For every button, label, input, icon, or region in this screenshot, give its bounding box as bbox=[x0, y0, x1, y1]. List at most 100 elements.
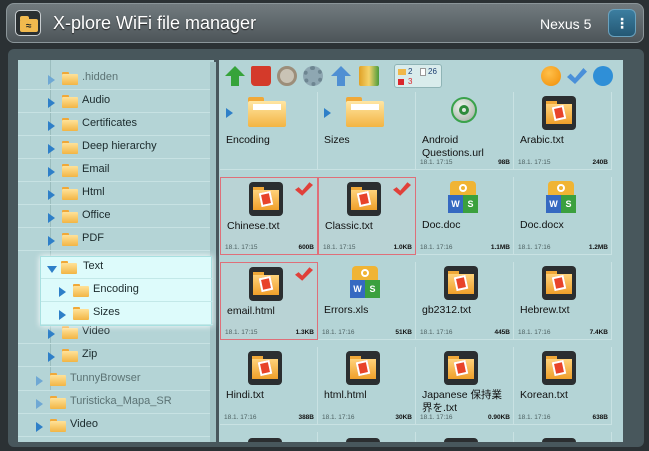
expand-arrow-icon[interactable] bbox=[48, 352, 55, 362]
tree-item-tunnybrowser[interactable]: TunnyBrowser bbox=[18, 369, 214, 391]
overflow-menu-button[interactable]: ⋮ bbox=[608, 9, 636, 37]
archive-button[interactable] bbox=[359, 66, 379, 86]
item-name: html.html bbox=[324, 389, 367, 401]
grid-item-docx[interactable]: WS Doc.docx 18.1. 17:16 1.2MB bbox=[514, 177, 612, 255]
grid-item-android-questions[interactable]: Android Questions.url 18.1. 17:15 98B bbox=[416, 92, 514, 170]
folder-icon bbox=[62, 187, 78, 200]
link-file-icon bbox=[449, 95, 479, 129]
folder-tree-pane[interactable]: .hidden Audio Certificates Deep hierarch… bbox=[18, 60, 214, 442]
grid-item-partial[interactable] bbox=[220, 432, 318, 442]
tree-item-label: Sizes bbox=[93, 306, 120, 318]
office-document-icon: WS bbox=[544, 181, 578, 215]
expand-arrow-icon[interactable] bbox=[48, 121, 55, 131]
grid-item-gb2312[interactable]: gb2312.txt 18.1. 17:16 445B bbox=[416, 262, 514, 340]
expand-arrow-icon bbox=[226, 108, 233, 118]
selected-check-icon[interactable] bbox=[295, 267, 313, 281]
folder-icon bbox=[62, 210, 78, 223]
tree-item-video[interactable]: Video bbox=[18, 415, 214, 437]
item-size: 388B bbox=[298, 414, 314, 421]
grid-item-korean[interactable]: Korean.txt 18.1. 17:16 638B bbox=[514, 347, 612, 425]
grid-item-partial[interactable] bbox=[318, 432, 416, 442]
tree-item-label: PDF bbox=[82, 232, 104, 244]
grid-item-errors-xls[interactable]: WS Errors.xls 18.1. 17:16 51KB bbox=[318, 262, 416, 340]
selected-check-icon[interactable] bbox=[295, 182, 313, 196]
expand-arrow-icon[interactable] bbox=[59, 287, 66, 297]
text-file-icon bbox=[444, 438, 478, 442]
item-size: 1.3KB bbox=[295, 329, 314, 336]
selected-count: 3 bbox=[408, 77, 413, 86]
expand-arrow-icon[interactable] bbox=[48, 213, 55, 223]
settings-button[interactable] bbox=[303, 66, 323, 86]
item-name: Hindi.txt bbox=[226, 389, 264, 401]
refresh-button[interactable] bbox=[593, 66, 613, 86]
tree-item-email[interactable]: Email bbox=[18, 160, 214, 182]
stop-button[interactable] bbox=[277, 66, 297, 86]
tree-item-encoding[interactable]: Encoding bbox=[41, 280, 213, 302]
collapse-arrow-icon[interactable] bbox=[47, 266, 57, 273]
tree-scrollbar[interactable] bbox=[210, 62, 216, 442]
text-file-icon bbox=[249, 267, 283, 301]
expand-arrow-icon[interactable] bbox=[48, 329, 55, 339]
expand-arrow-icon[interactable] bbox=[36, 422, 43, 432]
tree-item-certificates[interactable]: Certificates bbox=[18, 114, 214, 136]
text-file-icon bbox=[347, 182, 381, 216]
grid-item-hindi[interactable]: Hindi.txt 18.1. 17:16 388B bbox=[220, 347, 318, 425]
grid-item-doc[interactable]: WS Doc.doc 18.1. 17:16 1.1MB bbox=[416, 177, 514, 255]
tree-item-label: Zip bbox=[82, 348, 98, 360]
tree-item-sizes[interactable]: Sizes bbox=[41, 303, 213, 325]
item-date: 18.1. 17:16 bbox=[420, 329, 453, 336]
expand-arrow-icon[interactable] bbox=[36, 376, 43, 386]
parent-folder-button[interactable] bbox=[225, 66, 245, 86]
tree-item-office[interactable]: Office bbox=[18, 206, 214, 228]
grid-item-japanese[interactable]: Japanese 保持業界を.txt 18.1. 17:16 0.90KB bbox=[416, 347, 514, 425]
app-title: X-plore WiFi file manager bbox=[53, 13, 257, 33]
tree-item-zip[interactable]: Zip bbox=[18, 345, 214, 367]
text-file-icon bbox=[249, 182, 283, 216]
delete-button[interactable] bbox=[251, 66, 271, 86]
expand-arrow-icon[interactable] bbox=[59, 310, 66, 320]
tree-item-label: Email bbox=[82, 163, 110, 175]
upload-button[interactable] bbox=[331, 66, 351, 86]
tree-item-text[interactable]: Text bbox=[41, 257, 213, 279]
item-name: email.html bbox=[227, 305, 275, 317]
text-file-icon bbox=[542, 351, 576, 385]
grid-item-partial[interactable] bbox=[416, 432, 514, 442]
tree-item-turisticka-mapa[interactable]: Turisticka_Mapa_SR bbox=[18, 392, 214, 414]
tree-highlight-panel: Text Encoding Sizes bbox=[40, 256, 213, 326]
text-file-icon bbox=[444, 266, 478, 300]
item-date: 18.1. 17:16 bbox=[322, 414, 355, 421]
expand-arrow-icon[interactable] bbox=[48, 167, 55, 177]
text-file-icon bbox=[542, 96, 576, 130]
grid-item-classic[interactable]: Classic.txt 18.1. 17:15 1.0KB bbox=[318, 177, 416, 255]
selected-check-icon[interactable] bbox=[393, 182, 411, 196]
grid-item-partial[interactable] bbox=[514, 432, 612, 442]
item-size: 0.90KB bbox=[487, 414, 510, 421]
tree-item-hidden[interactable]: .hidden bbox=[18, 68, 214, 90]
expand-arrow-icon[interactable] bbox=[48, 190, 55, 200]
select-all-button[interactable] bbox=[567, 68, 587, 84]
tree-item-pdf[interactable]: PDF bbox=[18, 229, 214, 251]
item-date: 18.1. 17:16 bbox=[518, 244, 551, 251]
grid-item-encoding[interactable]: Encoding bbox=[220, 92, 318, 170]
tree-item-label: Certificates bbox=[82, 117, 138, 129]
tree-item-html[interactable]: Html bbox=[18, 183, 214, 205]
item-date: 18.1. 17:16 bbox=[420, 244, 453, 251]
grid-item-html-html[interactable]: html.html 18.1. 17:16 30KB bbox=[318, 347, 416, 425]
mark-button[interactable] bbox=[541, 66, 561, 86]
expand-arrow-icon[interactable] bbox=[48, 236, 55, 246]
grid-item-chinese[interactable]: Chinese.txt 18.1. 17:15 600B bbox=[220, 177, 318, 255]
tree-item-audio[interactable]: Audio bbox=[18, 91, 214, 113]
expand-arrow-icon[interactable] bbox=[48, 75, 55, 85]
grid-item-email-html[interactable]: email.html 18.1. 17:15 1.3KB bbox=[220, 262, 318, 340]
grid-item-sizes[interactable]: Sizes bbox=[318, 92, 416, 170]
text-file-icon bbox=[346, 351, 380, 385]
item-name: Errors.xls bbox=[324, 304, 369, 316]
expand-arrow-icon[interactable] bbox=[36, 399, 43, 409]
tree-item-deep-hierarchy[interactable]: Deep hierarchy bbox=[18, 137, 214, 159]
folder-icon bbox=[62, 349, 78, 362]
folder-icon bbox=[62, 118, 78, 131]
grid-item-hebrew[interactable]: Hebrew.txt 18.1. 17:16 7.4KB bbox=[514, 262, 612, 340]
expand-arrow-icon[interactable] bbox=[48, 98, 55, 108]
expand-arrow-icon[interactable] bbox=[48, 144, 55, 154]
grid-item-arabic[interactable]: Arabic.txt 18.1. 17:15 240B bbox=[514, 92, 612, 170]
